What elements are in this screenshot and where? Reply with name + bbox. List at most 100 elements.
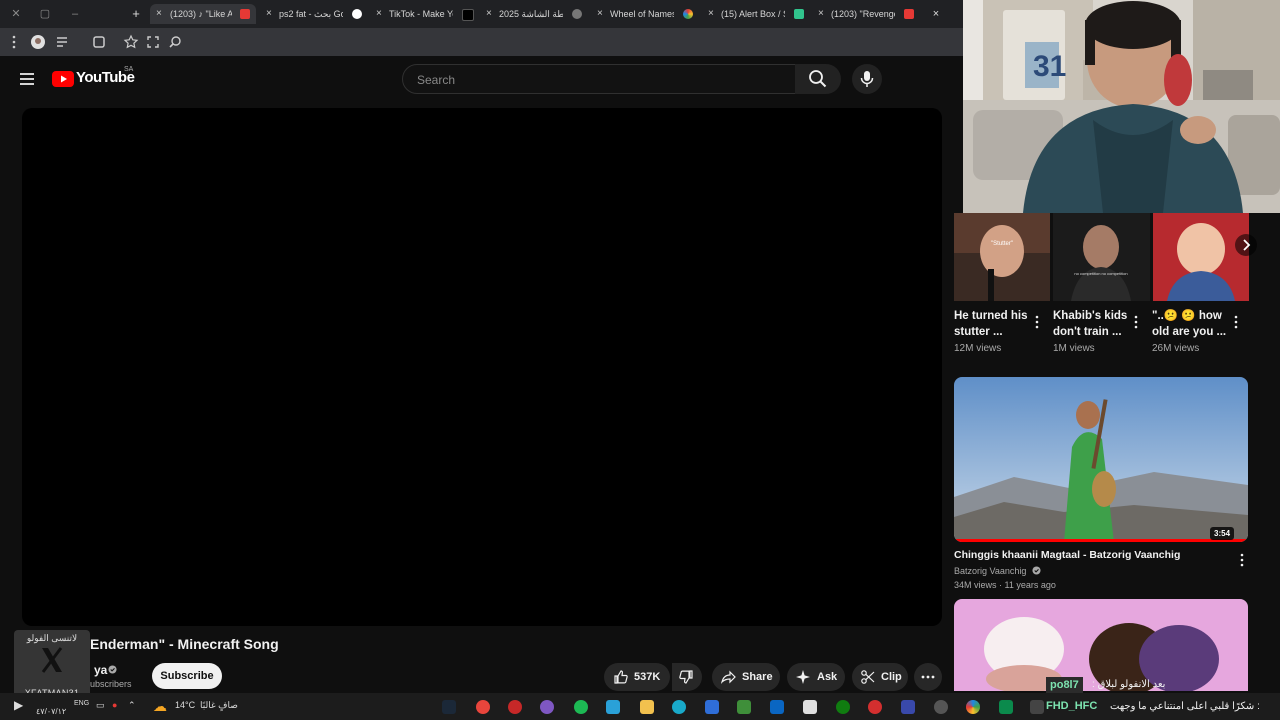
file-explorer-taskbar-icon[interactable] <box>640 700 654 714</box>
calendar-taskbar-icon[interactable] <box>803 700 817 714</box>
minecraft-taskbar-icon[interactable] <box>737 700 751 714</box>
short-title[interactable]: "..😕 😕 how old are you ... <box>1152 308 1228 340</box>
volume-icon[interactable]: ● <box>112 700 117 710</box>
browser-toolbar <box>0 28 963 56</box>
tab-close-icon[interactable]: × <box>376 4 386 24</box>
short-views: 1M views <box>1053 343 1095 354</box>
ask-button[interactable]: Ask <box>787 663 845 691</box>
short-title[interactable]: Khabib's kids don't train ... <box>1053 308 1129 340</box>
sparkle-icon <box>796 670 810 684</box>
window-restore-icon[interactable]: ▢ <box>37 6 53 22</box>
wheel-favicon-icon <box>683 9 693 19</box>
like-button[interactable]: 537K <box>604 663 670 691</box>
tab-title: Wheel of Names <box>610 9 674 19</box>
browser-tab[interactable]: × TikTok - Make You <box>376 4 476 24</box>
zoom-icon[interactable] <box>167 34 183 50</box>
browser-tab[interactable]: × (1203) ♪ "Like An <box>150 4 256 24</box>
hamburger-menu-icon[interactable] <box>16 68 38 90</box>
search-input[interactable] <box>415 71 779 89</box>
webcam-feed: 31 <box>963 0 1280 213</box>
window-close-icon[interactable]: ✕ <box>8 6 24 22</box>
shorts-next-button[interactable] <box>1235 234 1257 256</box>
network-icon[interactable]: ▭ <box>96 700 105 711</box>
recommended-channel[interactable]: Batzorig Vaanchig <box>954 566 1041 576</box>
copilot-taskbar-icon[interactable] <box>966 700 980 714</box>
browser-tab-strip: ✕ ▢ – + × (1203) ♪ "Like An × ps2 fat - … <box>0 0 963 28</box>
edge-taskbar-icon[interactable] <box>672 700 686 714</box>
globe-favicon-icon <box>572 9 582 19</box>
overlay-fhd-tag: FHD_HFC <box>1046 700 1098 712</box>
outlook-taskbar-icon[interactable] <box>770 700 784 714</box>
xbox-taskbar-icon[interactable] <box>836 700 850 714</box>
steam-taskbar-icon[interactable] <box>442 700 456 714</box>
more-vertical-icon[interactable] <box>1238 552 1246 568</box>
more-vertical-icon[interactable] <box>1033 314 1041 330</box>
spotify-taskbar-icon[interactable] <box>574 700 588 714</box>
voice-search-button[interactable] <box>852 64 882 94</box>
dislike-button[interactable] <box>672 663 702 691</box>
recommended-title[interactable]: Chinggis khaanii Magtaal - Batzorig Vaan… <box>954 549 1180 561</box>
app-taskbar-icon[interactable] <box>901 700 915 714</box>
chevron-right-icon <box>1243 239 1251 251</box>
tray-expand-icon[interactable]: ⌃ <box>128 700 136 711</box>
notification-icon[interactable]: ▶ <box>14 698 23 712</box>
tab-close-icon[interactable]: × <box>266 4 276 24</box>
profile-icon[interactable] <box>30 34 46 50</box>
discord-taskbar-icon[interactable] <box>540 700 554 714</box>
search-box <box>402 64 796 94</box>
scissors-icon <box>861 670 875 684</box>
weather-text: صافٍ غالبًا <box>200 700 238 710</box>
extensions-icon[interactable] <box>91 34 107 50</box>
clip-button[interactable]: Clip <box>852 663 908 691</box>
channel-name[interactable]: ya <box>94 663 107 677</box>
settings-taskbar-icon[interactable] <box>934 700 948 714</box>
vscode-taskbar-icon[interactable] <box>705 700 719 714</box>
more-vertical-icon[interactable] <box>1232 314 1240 330</box>
tab-close-icon[interactable]: × <box>818 4 828 24</box>
video-title: Enderman" - Minecraft Song <box>90 636 279 652</box>
tab-close-icon[interactable]: × <box>708 4 718 24</box>
subscribe-button[interactable]: Subscribe <box>152 663 222 689</box>
search-button[interactable] <box>795 64 841 94</box>
new-tab-button[interactable]: + <box>128 6 144 22</box>
obs-taskbar-icon[interactable] <box>508 700 522 714</box>
short-image: no competition no competition <box>1053 213 1150 301</box>
app-taskbar-icon[interactable] <box>999 700 1013 714</box>
microphone-icon <box>860 71 874 87</box>
app-taskbar-icon[interactable] <box>868 700 882 714</box>
screenshot-icon[interactable] <box>145 34 161 50</box>
short-thumbnail[interactable]: no competition no competition <box>1053 213 1150 301</box>
menu-dots-icon[interactable] <box>6 34 22 50</box>
streamer-badge: لاتنسى الفولو XFATMAN31 <box>14 630 90 700</box>
star-icon[interactable] <box>123 34 139 50</box>
more-vertical-icon[interactable] <box>1132 314 1140 330</box>
chrome-taskbar-icon[interactable] <box>476 700 490 714</box>
window-minimize-icon[interactable]: – <box>67 6 83 22</box>
share-button[interactable]: Share <box>712 663 780 691</box>
video-player[interactable] <box>22 108 942 626</box>
short-thumbnail[interactable]: "Stutter" <box>954 213 1050 301</box>
tab-close-icon[interactable]: × <box>486 4 496 24</box>
recommended-thumbnail[interactable] <box>954 377 1248 542</box>
verified-check-icon <box>108 665 117 674</box>
tab-close-icon[interactable]: × <box>156 4 166 24</box>
browser-tab[interactable]: × ps2 fat - بحث Goo <box>266 4 366 24</box>
browser-tab[interactable]: × لقطة الشاشة 2025 <box>486 4 586 24</box>
clip-label: Clip <box>881 671 902 683</box>
short-thumb-caption: no competition no competition <box>1074 271 1127 276</box>
browser-tab[interactable]: × Wheel of Names <box>597 4 697 24</box>
short-title[interactable]: He turned his stutter ... <box>954 308 1030 340</box>
short-thumbnail[interactable] <box>1153 213 1249 301</box>
more-actions-button[interactable] <box>914 663 942 691</box>
weather-icon[interactable]: ☁ <box>153 698 167 715</box>
language-indicator[interactable]: ENG <box>74 700 89 707</box>
app-taskbar-icon[interactable] <box>1030 700 1044 714</box>
jersey-number: 31 <box>1033 50 1066 83</box>
reading-list-icon[interactable] <box>55 34 71 50</box>
browser-tab[interactable]: × (15) Alert Box / St <box>708 4 808 24</box>
telegram-taskbar-icon[interactable] <box>606 700 620 714</box>
tab-close-icon[interactable]: × <box>597 4 607 24</box>
browser-tab[interactable]: × (1203) "Revenge" <box>818 4 918 24</box>
verified-check-icon <box>1032 566 1041 575</box>
tab-close-icon[interactable]: × <box>928 6 944 22</box>
